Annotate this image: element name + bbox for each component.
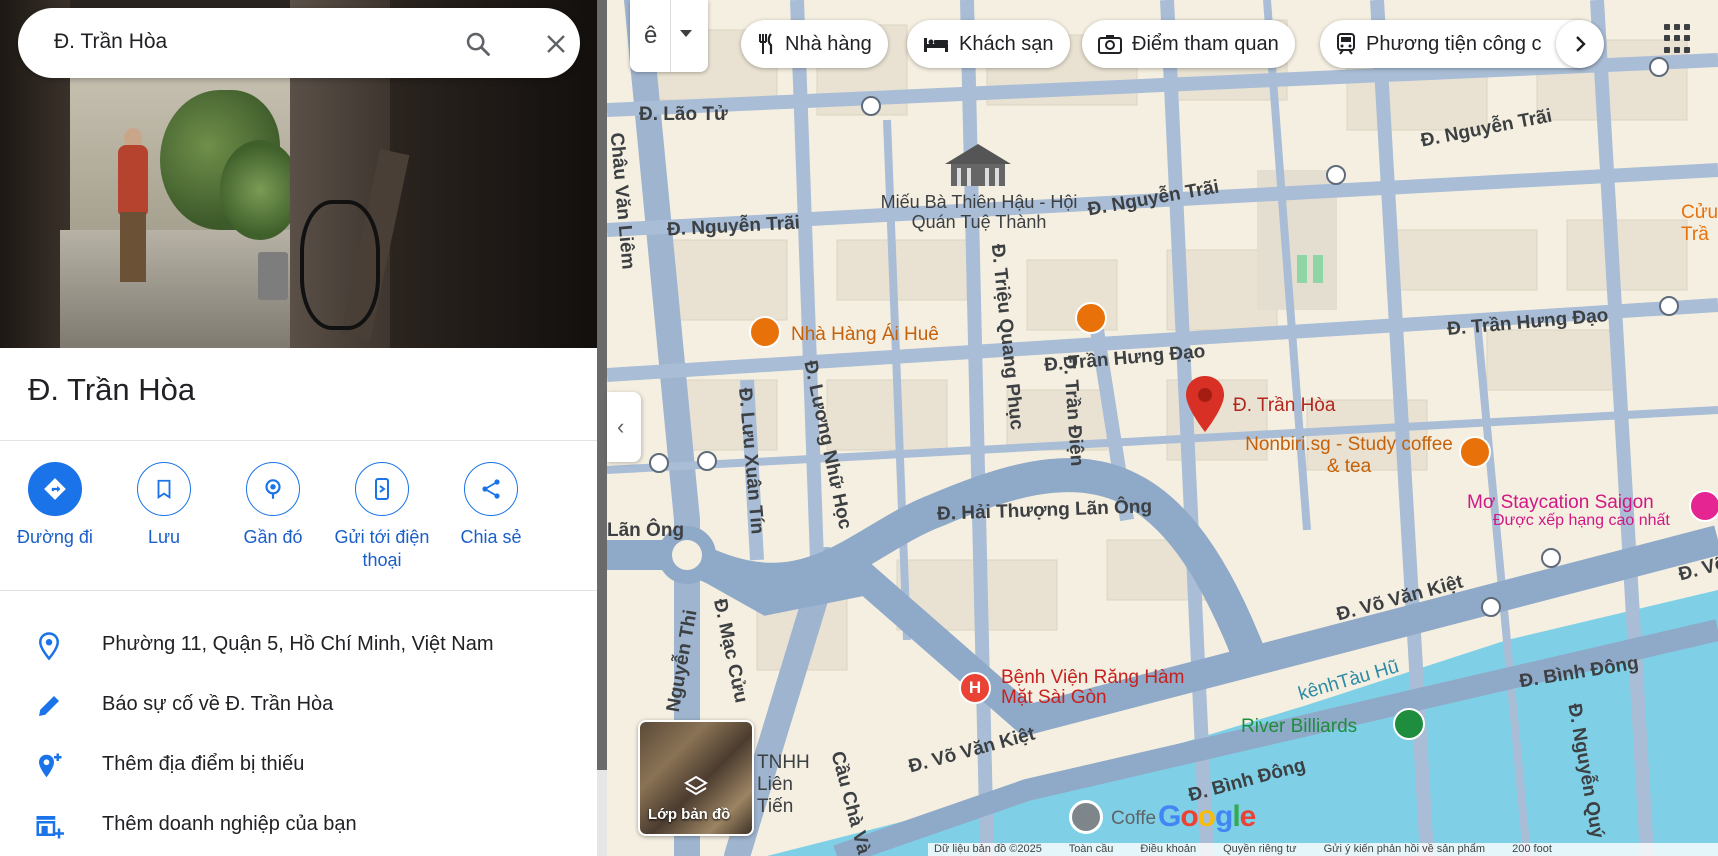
- layers-label: Lớp bản đồ: [648, 806, 731, 823]
- attribution-bar: Dữ liệu bản đồ ©2025 Toàn cầu Điều khoản…: [928, 843, 1718, 856]
- billiards-label: River Billiards: [1241, 716, 1358, 737]
- staycation-sublabel: Được xếp hạng cao nhất: [1493, 512, 1670, 529]
- add-business-icon: [36, 816, 64, 839]
- report-issue-text: Báo sự cố về Đ. Trần Hòa: [102, 693, 334, 715]
- coffee-label: Coffe: [1111, 808, 1157, 829]
- cafe-label: Nonbiri.sg - Study coffee & tea: [1245, 434, 1453, 477]
- location-pin-icon: [38, 632, 60, 661]
- share-icon: [464, 462, 518, 516]
- street-label: Đ. Lão Tử: [639, 104, 728, 125]
- search-input[interactable]: Đ. Trần Hòa: [54, 30, 167, 54]
- chip-label: Khách sạn: [959, 32, 1054, 55]
- company-label: TNHH Liên Tiến: [757, 752, 810, 817]
- input-tools-char: ê: [644, 22, 658, 49]
- bed-icon: [923, 34, 949, 54]
- feedback-link[interactable]: Gửi ý kiến phản hồi về sản phẩm: [1324, 843, 1485, 855]
- add-location-icon: [39, 753, 62, 778]
- send-to-phone-button[interactable]: Gửi tới điện thoại: [327, 462, 437, 572]
- map-canvas[interactable]: Đ. Lão Tử Đ. Nguyễn Trãi Đ. Nguyễn Trãi …: [607, 0, 1718, 856]
- camera-icon: [1098, 34, 1122, 54]
- terms-link[interactable]: Toàn cầu: [1069, 843, 1114, 855]
- add-business-row[interactable]: Thêm doanh nghiệp của bạn: [0, 795, 597, 855]
- chips-next-button[interactable]: [1556, 20, 1604, 68]
- terms-link[interactable]: Điều khoản: [1140, 843, 1196, 855]
- nearby-icon: [246, 462, 300, 516]
- bookmark-icon: [137, 462, 191, 516]
- location-pin-icon: [1186, 376, 1224, 432]
- input-tools-button[interactable]: ê: [630, 0, 708, 72]
- close-icon[interactable]: [544, 32, 568, 56]
- photo-person: [118, 145, 148, 215]
- restaurant-label: Nhà Hàng Ái Huê: [791, 324, 939, 345]
- directions-button[interactable]: Đường đi: [0, 462, 110, 549]
- staycation-label: Mơ Staycation Saigon: [1467, 492, 1654, 513]
- chip-restaurants[interactable]: Nhà hàng: [741, 20, 888, 68]
- layers-icon: [684, 775, 708, 796]
- directions-icon: [28, 462, 82, 516]
- hospital-label: Bệnh Viện Răng Hàm Mặt Sài Gòn: [1001, 667, 1185, 708]
- photo-plant: [220, 140, 300, 240]
- restaurant-icon: [749, 316, 781, 348]
- restaurant-icon[interactable]: [1075, 302, 1107, 334]
- chip-hotels[interactable]: Khách sạn: [907, 20, 1070, 68]
- photo-bicycle: [300, 200, 380, 330]
- directions-label: Đường đi: [17, 527, 93, 547]
- search-icon[interactable]: [464, 30, 492, 58]
- add-missing-place-row[interactable]: Thêm địa điểm bị thiếu: [0, 735, 597, 795]
- send-to-phone-icon: [355, 462, 409, 516]
- panel-scrollbar[interactable]: [597, 0, 607, 770]
- chevron-right-icon: [1576, 36, 1586, 52]
- send-to-phone-label: Gửi tới điện thoại: [334, 527, 430, 570]
- report-issue-row[interactable]: Báo sự cố về Đ. Trần Hòa: [0, 675, 597, 735]
- place-icon: [1069, 800, 1103, 834]
- chip-label: Nhà hàng: [785, 32, 872, 55]
- save-button[interactable]: Lưu: [109, 462, 219, 549]
- add-missing-place-text: Thêm địa điểm bị thiếu: [102, 753, 305, 775]
- layers-button[interactable]: Lớp bản đồ: [638, 720, 754, 836]
- chip-label: Phương tiện công c: [1366, 32, 1542, 55]
- place-panel: Đ. Trần Hòa Đ. Trần Hòa Đường đi Lưu Gần…: [0, 0, 597, 856]
- privacy-link[interactable]: Quyền riêng tư: [1223, 843, 1296, 855]
- nearby-button[interactable]: Gần đó: [218, 462, 328, 549]
- billiards-icon: [1393, 708, 1425, 740]
- panel-scrollbar-track[interactable]: [597, 770, 607, 856]
- share-label: Chia sẻ: [460, 527, 522, 547]
- google-apps-icon[interactable]: [1664, 24, 1694, 54]
- scale-label[interactable]: 200 foot: [1512, 843, 1552, 855]
- hospital-icon: H: [959, 672, 991, 704]
- photo-person: [120, 212, 146, 282]
- divider: [0, 440, 597, 441]
- google-logo: Google: [1158, 800, 1256, 833]
- pin-label: Đ. Trần Hòa: [1233, 395, 1336, 416]
- pencil-icon: [39, 696, 59, 716]
- street-label: Lãn Ông: [607, 520, 685, 541]
- collapse-panel-button[interactable]: ‹: [607, 392, 641, 462]
- chip-attractions[interactable]: Điểm tham quan: [1082, 20, 1295, 68]
- chip-label: Điểm tham quan: [1132, 32, 1279, 55]
- fork-knife-icon: [757, 33, 775, 55]
- train-icon: [1336, 33, 1356, 55]
- coffee-icon: [1459, 436, 1491, 468]
- add-business-text: Thêm doanh nghiệp của bạn: [102, 813, 357, 835]
- address-row[interactable]: Phường 11, Quận 5, Hồ Chí Minh, Việt Nam: [0, 615, 597, 675]
- share-button[interactable]: Chia sẻ: [436, 462, 546, 549]
- temple-icon: [945, 144, 1011, 186]
- map-base-layer: [607, 0, 1718, 856]
- hotel-icon: [1689, 490, 1718, 522]
- address-text: Phường 11, Quận 5, Hồ Chí Minh, Việt Nam: [102, 633, 494, 655]
- divider: [670, 0, 671, 72]
- nearby-label: Gần đó: [243, 527, 303, 547]
- temple-label: Miếu Bà Thiên Hậu - Hội Quán Tuệ Thành: [880, 192, 1078, 232]
- cut-off-label: Cửu Trầ: [1681, 202, 1718, 245]
- action-bar: Đường đi Lưu Gần đó Gửi tới điện thoại C…: [17, 462, 568, 572]
- search-box[interactable]: Đ. Trần Hòa: [18, 8, 580, 78]
- save-label: Lưu: [147, 527, 181, 547]
- photo-bucket: [258, 252, 288, 300]
- place-title: Đ. Trần Hòa: [28, 372, 196, 407]
- chevron-left-icon: ‹: [617, 414, 625, 439]
- attribution-text: Dữ liệu bản đồ ©2025: [934, 843, 1042, 855]
- chevron-down-icon[interactable]: [680, 30, 692, 37]
- divider: [0, 590, 597, 591]
